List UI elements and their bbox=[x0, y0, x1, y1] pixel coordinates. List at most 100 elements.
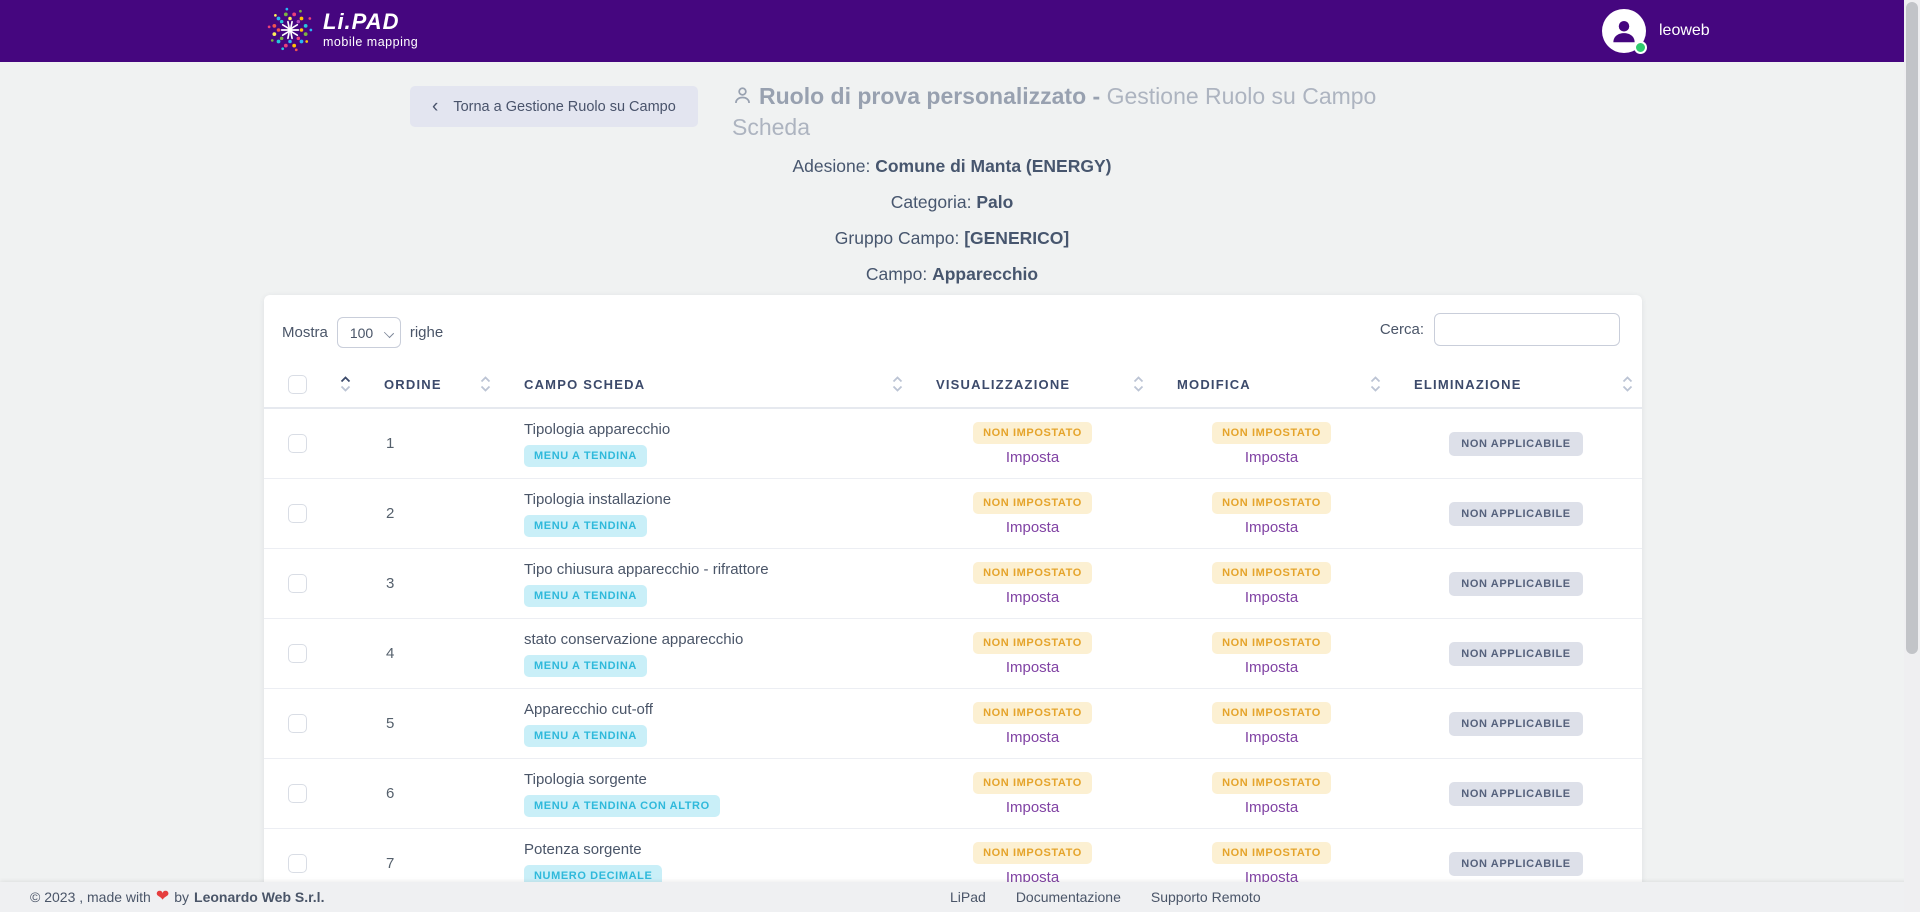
scrollbar-thumb[interactable] bbox=[1906, 2, 1918, 654]
eliminazione-status-badge: NON APPLICABILE bbox=[1449, 642, 1582, 666]
sort-icons-visualizzazione[interactable] bbox=[1133, 376, 1144, 392]
app-logo[interactable]: Li.PAD mobile mapping bbox=[266, 6, 418, 54]
app-header: Li.PAD mobile mapping leoweb bbox=[0, 0, 1920, 62]
sort-asc-icon[interactable] bbox=[1133, 376, 1144, 383]
ordine-cell: 7 bbox=[360, 855, 500, 872]
page-length-select[interactable]: 100 bbox=[337, 317, 401, 348]
row-select-cell bbox=[264, 644, 360, 663]
modifica-cell: NON IMPOSTATO Imposta bbox=[1153, 562, 1390, 606]
row-checkbox[interactable] bbox=[288, 434, 307, 453]
chevron-left-icon: ‹ bbox=[432, 97, 438, 116]
eliminazione-cell: NON APPLICABILE bbox=[1390, 502, 1642, 526]
modifica-imposta-link[interactable]: Imposta bbox=[1245, 659, 1298, 676]
visualizzazione-imposta-link[interactable]: Imposta bbox=[1006, 519, 1059, 536]
campo-scheda-cell: Tipologia sorgente MENU A TENDINA CON AL… bbox=[500, 771, 912, 817]
campo-name: Apparecchio cut-off bbox=[524, 701, 653, 718]
eliminazione-status-badge: NON APPLICABILE bbox=[1449, 432, 1582, 456]
logo-text: Li.PAD mobile mapping bbox=[323, 11, 418, 49]
sort-icons-campo[interactable] bbox=[892, 376, 903, 392]
table-body: 1 Tipologia apparecchio MENU A TENDINA N… bbox=[264, 409, 1642, 899]
column-header-ordine[interactable]: ORDINE bbox=[360, 361, 500, 407]
online-status-dot bbox=[1634, 41, 1647, 54]
modifica-imposta-link[interactable]: Imposta bbox=[1245, 589, 1298, 606]
campo-scheda-cell: Apparecchio cut-off MENU A TENDINA bbox=[500, 701, 912, 747]
row-checkbox[interactable] bbox=[288, 644, 307, 663]
modifica-imposta-link[interactable]: Imposta bbox=[1245, 799, 1298, 816]
sort-desc-icon[interactable] bbox=[1370, 385, 1381, 392]
sort-asc-icon[interactable] bbox=[1370, 376, 1381, 383]
row-select-cell bbox=[264, 504, 360, 523]
modifica-cell: NON IMPOSTATO Imposta bbox=[1153, 422, 1390, 466]
sort-icons-select[interactable] bbox=[340, 376, 351, 392]
back-button-label: Torna a Gestione Ruolo su Campo bbox=[453, 99, 675, 115]
sort-desc-icon[interactable] bbox=[480, 385, 491, 392]
visualizzazione-cell: NON IMPOSTATO Imposta bbox=[912, 492, 1153, 536]
footer-link-lipad[interactable]: LiPad bbox=[950, 882, 986, 912]
campo-scheda-cell: Tipologia installazione MENU A TENDINA bbox=[500, 491, 912, 537]
table-row: 5 Apparecchio cut-off MENU A TENDINA NON… bbox=[264, 689, 1642, 759]
visualizzazione-imposta-link[interactable]: Imposta bbox=[1006, 799, 1059, 816]
row-checkbox[interactable] bbox=[288, 854, 307, 873]
context-meta: Adesione: Comune di Manta (ENERGY) Categ… bbox=[0, 155, 1904, 299]
footer-links: LiPad Documentazione Supporto Remoto bbox=[950, 882, 1261, 912]
campo-type-badge: MENU A TENDINA bbox=[524, 655, 647, 677]
row-select-cell bbox=[264, 854, 360, 873]
sort-desc-icon[interactable] bbox=[1133, 385, 1144, 392]
campo-type-badge: MENU A TENDINA bbox=[524, 445, 647, 467]
search-input[interactable] bbox=[1434, 313, 1620, 346]
visualizzazione-imposta-link[interactable]: Imposta bbox=[1006, 589, 1059, 606]
modifica-status-badge: NON IMPOSTATO bbox=[1212, 842, 1331, 864]
table-card: Mostra 100 righe Cerca: ORDINE bbox=[264, 295, 1642, 912]
copyright: © 2023 , made with ❤ by Leonardo Web S.r… bbox=[30, 882, 324, 912]
modifica-imposta-link[interactable]: Imposta bbox=[1245, 449, 1298, 466]
visualizzazione-imposta-link[interactable]: Imposta bbox=[1006, 729, 1059, 746]
sort-desc-icon[interactable] bbox=[1622, 385, 1633, 392]
back-button[interactable]: ‹ Torna a Gestione Ruolo su Campo bbox=[410, 86, 698, 127]
eliminazione-status-badge: NON APPLICABILE bbox=[1449, 782, 1582, 806]
visualizzazione-imposta-link[interactable]: Imposta bbox=[1006, 449, 1059, 466]
row-select-cell bbox=[264, 574, 360, 593]
modifica-imposta-link[interactable]: Imposta bbox=[1245, 729, 1298, 746]
column-header-visualizzazione[interactable]: VISUALIZZAZIONE bbox=[912, 361, 1153, 407]
sort-icons-modifica[interactable] bbox=[1370, 376, 1381, 392]
row-checkbox[interactable] bbox=[288, 714, 307, 733]
footer-link-documentazione[interactable]: Documentazione bbox=[1016, 882, 1121, 912]
sort-asc-icon[interactable] bbox=[892, 376, 903, 383]
select-all-checkbox[interactable] bbox=[288, 375, 307, 394]
row-checkbox[interactable] bbox=[288, 574, 307, 593]
modifica-imposta-link[interactable]: Imposta bbox=[1245, 519, 1298, 536]
eliminazione-cell: NON APPLICABILE bbox=[1390, 852, 1642, 876]
visualizzazione-status-badge: NON IMPOSTATO bbox=[973, 842, 1092, 864]
visualizzazione-status-badge: NON IMPOSTATO bbox=[973, 772, 1092, 794]
row-checkbox[interactable] bbox=[288, 504, 307, 523]
table-row: 3 Tipo chiusura apparecchio - rifrattore… bbox=[264, 549, 1642, 619]
avatar[interactable] bbox=[1602, 9, 1646, 53]
meta-gruppo-campo: Gruppo Campo: [GENERICO] bbox=[0, 227, 1904, 250]
campo-name: stato conservazione apparecchio bbox=[524, 631, 743, 648]
sort-desc-icon[interactable] bbox=[340, 385, 351, 392]
sort-icons-ordine[interactable] bbox=[480, 376, 491, 392]
visualizzazione-status-badge: NON IMPOSTATO bbox=[973, 422, 1092, 444]
sort-desc-icon[interactable] bbox=[892, 385, 903, 392]
ordine-cell: 2 bbox=[360, 505, 500, 522]
row-checkbox[interactable] bbox=[288, 784, 307, 803]
column-header-modifica[interactable]: MODIFICA bbox=[1153, 361, 1390, 407]
sort-asc-icon[interactable] bbox=[1622, 376, 1633, 383]
sort-asc-icon[interactable] bbox=[480, 376, 491, 383]
page-title: Ruolo di prova personalizzato - Gestione… bbox=[732, 82, 1394, 143]
modifica-status-badge: NON IMPOSTATO bbox=[1212, 492, 1331, 514]
modifica-status-badge: NON IMPOSTATO bbox=[1212, 772, 1331, 794]
page-scrollbar[interactable] bbox=[1904, 0, 1920, 912]
visualizzazione-imposta-link[interactable]: Imposta bbox=[1006, 659, 1059, 676]
column-header-campo-scheda[interactable]: CAMPO SCHEDA bbox=[500, 361, 912, 407]
sort-icons-eliminazione[interactable] bbox=[1622, 376, 1633, 392]
user-menu[interactable]: leoweb bbox=[1602, 9, 1710, 53]
ordine-cell: 4 bbox=[360, 645, 500, 662]
ordine-cell: 1 bbox=[360, 435, 500, 452]
ordine-cell: 3 bbox=[360, 575, 500, 592]
footer-link-supporto-remoto[interactable]: Supporto Remoto bbox=[1151, 882, 1261, 912]
logo-subtitle: mobile mapping bbox=[323, 35, 418, 49]
table-row: 2 Tipologia installazione MENU A TENDINA… bbox=[264, 479, 1642, 549]
column-header-eliminazione[interactable]: ELIMINAZIONE bbox=[1390, 361, 1642, 407]
sort-asc-icon[interactable] bbox=[340, 376, 351, 383]
